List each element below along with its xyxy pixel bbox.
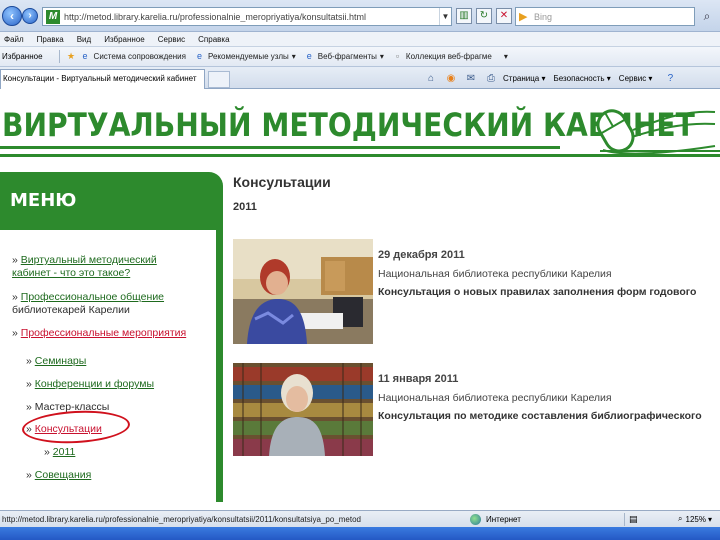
menu-edit[interactable]: Правка [37, 35, 64, 44]
ie-icon: e [196, 51, 202, 61]
sidebar-subitem-2011-label: 2011 [52, 446, 76, 458]
ie-icon: e [82, 51, 88, 61]
security-zone-label: Интернет [486, 514, 521, 524]
sidebar-item-professional-events[interactable]: » Профессиональные мероприятия [12, 327, 186, 340]
favorites-divider [58, 50, 60, 63]
protected-mode-icon[interactable]: ▤ [629, 514, 638, 525]
site-banner: ВИРТУАЛЬНЫЙ МЕТОДИЧЕСКИЙ КАБИНЕТ [0, 90, 720, 162]
security-zone: Интернет [470, 513, 620, 525]
sidebar-item-communication-line2: библиотекарей Карелии [12, 304, 130, 316]
zoom-control[interactable]: ⌕ 125% ▾ [678, 514, 712, 524]
favorite-link-2-label: Рекомендуемые узлы [207, 52, 289, 61]
sidebar-subitem-meetings[interactable]: » Совещания [26, 469, 91, 482]
safety-menu[interactable]: Безопасность ▾ [554, 74, 611, 83]
menu-favorites[interactable]: Избранное [104, 35, 145, 44]
search-input[interactable]: ▶ Bing [515, 7, 695, 26]
status-url: http://metod.library.karelia.ru/professi… [2, 514, 362, 524]
chevron-down-icon: ▾ [291, 52, 296, 61]
sidebar-subitem-meetings-label: Совещания [34, 469, 92, 481]
home-icon[interactable]: ⌂ [423, 73, 439, 84]
zoom-level: 125% [685, 514, 706, 524]
news-date-1: 29 декабря 2011 [378, 249, 465, 261]
menu-file[interactable]: Файл [4, 35, 24, 44]
sidebar-subitem-conferences-label: Конференции и форумы [34, 378, 155, 390]
mail-icon[interactable]: ✉ [463, 73, 479, 84]
tab-consultations[interactable]: Консультации - Виртуальный методический … [0, 69, 205, 89]
address-dropdown-icon[interactable]: ▼ [439, 8, 451, 25]
page-menu-label: Страница [503, 73, 540, 83]
sidebar-subitem-seminars-label: Семинары [34, 355, 87, 367]
tools-menu[interactable]: Сервис ▾ [619, 74, 653, 83]
favorite-link-2[interactable]: e Рекомендуемые узлы ▾ [194, 51, 296, 62]
sidebar-item-events-label: Профессиональные мероприятия [20, 327, 187, 339]
favorites-button[interactable]: Избранное [2, 52, 43, 61]
news-photo-2[interactable] [233, 363, 373, 456]
command-bar: ⌂ ◉ ✉ ⎙ Страница ▾ Безопасность ▾ Сервис… [423, 70, 682, 86]
favorite-link-1-label: Система сопровождения [93, 52, 186, 61]
favorite-link-4[interactable]: ▫ Коллекция веб-фрагме ▾ [392, 51, 508, 62]
bing-logo-icon: ▶ [519, 10, 528, 23]
chevron-down-icon: ▾ [379, 52, 384, 61]
chevron-down-icon: ▾ [503, 52, 508, 61]
news-date-2: 11 января 2011 [378, 373, 459, 385]
page-title: Консультации [233, 174, 331, 190]
favorite-link-3-label: Веб-фрагменты [317, 52, 377, 61]
menu-tools[interactable]: Сервис [158, 35, 185, 44]
chevron-down-icon: ▾ [707, 514, 712, 524]
address-url[interactable]: http://metod.library.karelia.ru/professi… [64, 12, 366, 22]
favorites-bar: Избранное ★ e Система сопровождения e Ре… [0, 47, 720, 67]
os-taskbar [0, 527, 720, 540]
sidebar-subitem-seminars[interactable]: » Семинары [26, 355, 86, 368]
stop-icon[interactable]: ✕ [496, 8, 512, 24]
sidebar-item-communication-line1: Профессиональное общение [20, 291, 165, 303]
page-icon: ▫ [395, 51, 400, 61]
browser-menu-bar: Файл Правка Вид Избранное Сервис Справка [0, 32, 720, 47]
compatibility-view-icon[interactable]: ▥ [456, 8, 472, 24]
news-org-2: Национальная библиотека республики Карел… [378, 392, 612, 404]
browser-status-bar: http://metod.library.karelia.ru/professi… [0, 510, 720, 527]
print-icon[interactable]: ⎙ [483, 73, 499, 84]
sidebar-header: МЕНЮ [10, 190, 77, 211]
ie-icon: e [306, 51, 312, 61]
page-year: 2011 [233, 201, 257, 213]
site-title: ВИРТУАЛЬНЫЙ МЕТОДИЧЕСКИЙ КАБИНЕТ [2, 106, 695, 144]
sidebar-item-professional-communication[interactable]: » Профессиональное общение библиотекарей… [12, 291, 164, 317]
search-magnifier-icon[interactable]: ⌕ [698, 6, 716, 26]
safety-menu-label: Безопасность [553, 73, 605, 83]
tools-menu-label: Сервис [618, 73, 647, 83]
news-org-1: Национальная библиотека республики Карел… [378, 268, 612, 280]
sidebar-item-about-line1: Виртуальный методический [20, 254, 157, 266]
news-title-2[interactable]: Консультация по методике составления биб… [378, 410, 720, 422]
favorite-link-3[interactable]: e Веб-фрагменты ▾ [304, 51, 384, 62]
tab-bar: Консультации - Виртуальный методический … [0, 67, 720, 89]
refresh-icon[interactable]: ↻ [476, 8, 492, 24]
status-divider [624, 512, 625, 526]
banner-divider [0, 146, 560, 149]
search-placeholder: Bing [534, 11, 553, 22]
sidebar-subitem-conferences[interactable]: » Конференции и форумы [26, 378, 154, 391]
favorite-link-1[interactable]: e Система сопровождения [80, 51, 186, 62]
menu-view[interactable]: Вид [77, 35, 91, 44]
computer-mouse-icon [596, 109, 716, 155]
page-menu[interactable]: Страница ▾ [503, 74, 546, 83]
zoom-magnifier-icon: ⌕ [678, 514, 683, 523]
help-icon[interactable]: ? [662, 73, 678, 84]
globe-icon [470, 513, 481, 525]
news-photo-1[interactable] [233, 239, 373, 344]
sidebar-item-about[interactable]: » Виртуальный методический кабинет - что… [12, 254, 157, 280]
forward-arrow-icon[interactable]: › [22, 8, 38, 24]
menu-help[interactable]: Справка [198, 35, 229, 44]
news-title-1[interactable]: Консультация о новых правилах заполнения… [378, 286, 720, 298]
browser-address-row: ‹ › M http://metod.library.karelia.ru/pr… [0, 0, 720, 32]
site-favicon-icon: M [46, 9, 60, 24]
rss-feed-icon[interactable]: ◉ [443, 73, 459, 84]
address-bar[interactable]: M http://metod.library.karelia.ru/profes… [42, 7, 452, 26]
add-favorite-star-icon[interactable]: ★ [66, 51, 77, 62]
new-tab-button[interactable] [208, 71, 230, 88]
favorite-link-4-label: Коллекция веб-фрагме [405, 52, 492, 61]
back-arrow-icon[interactable]: ‹ [2, 6, 22, 26]
sidebar-subitem-2011[interactable]: » 2011 [44, 446, 75, 459]
sidebar-item-about-line2: кабинет - что это такое? [12, 267, 131, 279]
